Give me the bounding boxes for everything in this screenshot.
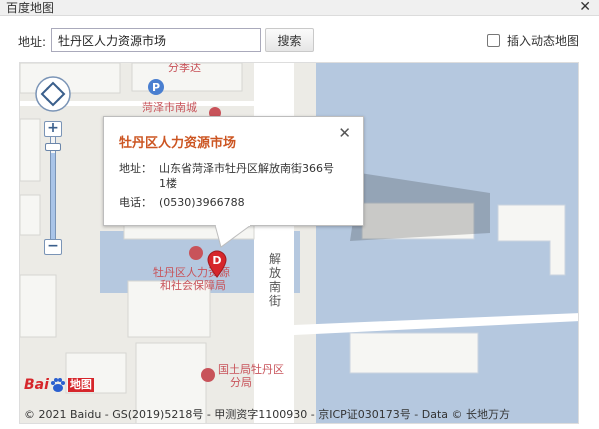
street-label: 解放南街 (268, 252, 281, 308)
baidu-logo-suffix: 地图 (67, 378, 94, 392)
baidu-logo-text: Bai (24, 377, 49, 393)
toolbar: 地址: 搜索 插入动态地图 (0, 16, 599, 62)
info-window-title[interactable]: 牡丹区人力资源市场 (119, 132, 236, 151)
info-phone-key: 电话： (119, 196, 152, 209)
poi-label-top: 分季达 (168, 62, 201, 74)
map-copyright: © 2021 Baidu - GS(2019)5218号 - 甲测资字11009… (24, 408, 511, 421)
search-button[interactable]: 搜索 (265, 28, 314, 52)
info-phone-row: 电话： (0530)3966788 (119, 195, 339, 210)
poi-label-land-1: 国土局牡丹区 (218, 363, 284, 376)
dynamic-map-checkbox[interactable] (487, 34, 500, 47)
pan-control[interactable] (34, 75, 72, 113)
pier-building-3 (349, 332, 479, 374)
window-title: 百度地图 (6, 1, 55, 15)
info-address-row: 地址： 山东省菏泽市牡丹区解放南街366号1楼 (119, 161, 339, 191)
poi-icon-land (201, 368, 215, 382)
info-window: 牡丹区人力资源市场 ✕ 地址： 山东省菏泽市牡丹区解放南街366号1楼 电话： … (103, 116, 364, 226)
map-canvas[interactable]: P + − 分季达 菏泽市南城 牡丹区人力资源 和社会保障局 国土局牡丹区 分局… (19, 62, 579, 424)
poi-label-hr-2: 和社会保障局 (160, 279, 226, 292)
location-marker[interactable]: D (206, 250, 228, 278)
poi-label-land-2: 分局 (230, 376, 252, 389)
zoom-slider-handle[interactable] (45, 143, 61, 151)
dynamic-map-option[interactable]: 插入动态地图 (487, 32, 579, 49)
zoom-out-button[interactable]: − (44, 239, 62, 255)
address-input[interactable] (51, 28, 261, 52)
baidu-paw-icon (50, 378, 65, 392)
info-address-key: 地址： (119, 162, 152, 175)
svg-text:P: P (152, 81, 160, 94)
baidu-logo[interactable]: Bai 地图 (24, 376, 94, 394)
zoom-in-button[interactable]: + (44, 121, 62, 137)
poi-label-nancheng: 菏泽市南城 (142, 101, 197, 114)
info-window-close-icon[interactable]: ✕ (338, 124, 351, 142)
window-titlebar: 百度地图 ✕ (0, 0, 599, 16)
info-window-tail (215, 225, 252, 248)
marker-letter: D (212, 254, 221, 267)
info-phone-value: (0530)3966788 (159, 196, 245, 209)
poi-icon-hr (189, 246, 203, 260)
dynamic-map-label: 插入动态地图 (507, 34, 580, 48)
close-icon[interactable]: ✕ (579, 0, 591, 15)
address-label: 地址: (18, 35, 47, 49)
building-4 (20, 194, 41, 236)
building-5 (20, 274, 57, 338)
info-address-value: 山东省菏泽市牡丹区解放南街366号1楼 (159, 162, 334, 190)
building-3 (20, 118, 41, 182)
